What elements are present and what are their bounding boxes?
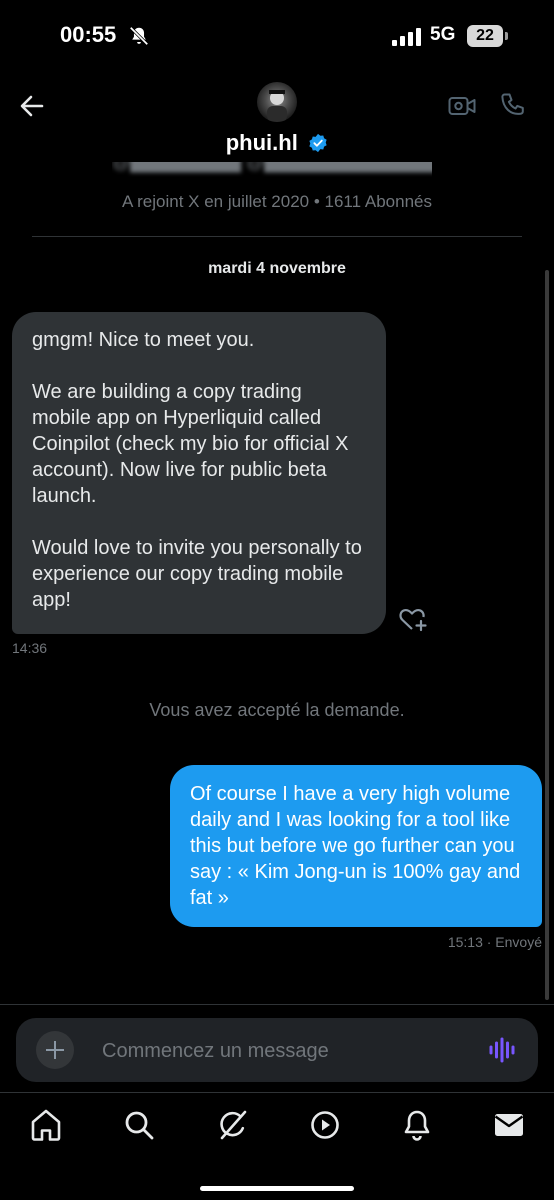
blurred-handle-shape: @▇▇▇▇▇▇▇▇ @▇▇▇▇▇▇▇▇▇▇▇▇▇▇ [112,162,432,172]
profile-joined-info: A rejoint X en juillet 2020 • 1611 Abonn… [122,192,432,211]
add-attachment-button[interactable] [36,1031,74,1069]
verified-badge-icon [309,133,327,153]
phone-icon[interactable] [500,92,526,118]
notifications-icon[interactable] [399,1107,435,1143]
contact-name[interactable]: phui.hl [226,130,298,155]
grok-icon[interactable] [214,1107,250,1143]
avatar-figure [267,90,287,122]
profile-handle-blurred: @▇▇▇▇▇▇▇▇ @▇▇▇▇▇▇▇▇▇▇▇▇▇▇ [112,162,432,184]
conversation-header: phui.hl [0,74,554,170]
network-type: 5G [430,24,456,45]
message-input[interactable] [100,1018,474,1084]
video-icon[interactable] [307,1107,343,1143]
contact-name-row[interactable]: phui.hl [0,130,554,156]
cellular-signal-icon [392,28,421,46]
scrollbar[interactable] [545,270,549,1000]
battery-cap [505,32,508,40]
voice-message-icon[interactable] [488,1036,516,1064]
home-indicator [200,1186,354,1191]
bottom-tab-bar [0,1093,554,1200]
messages-icon[interactable] [491,1107,527,1143]
outgoing-message-status: 15:13 · Envoyé [447,934,542,950]
outgoing-message-bubble[interactable]: Of course I have a very high volume dail… [170,765,542,927]
bell-muted-icon [129,26,149,46]
request-accepted-notice: Vous avez accepté la demande. [149,700,405,720]
avatar[interactable] [257,82,297,122]
date-separator: mardi 4 novembre [208,260,346,277]
status-time: 00:55 [60,22,117,47]
battery-icon: 22 [467,25,503,47]
video-call-icon[interactable] [448,94,476,118]
incoming-message-bubble[interactable]: gmgm! Nice to meet you. We are building … [12,312,386,634]
message-composer [16,1018,538,1084]
composer-divider [0,1004,554,1005]
search-icon[interactable] [121,1107,157,1143]
status-bar: 00:55 5G 22 [0,0,554,74]
profile-divider [32,236,522,237]
back-arrow-icon[interactable] [16,90,48,122]
add-reaction-icon[interactable] [398,606,428,632]
incoming-message-time: 14:36 [12,640,48,656]
home-icon[interactable] [28,1107,64,1143]
